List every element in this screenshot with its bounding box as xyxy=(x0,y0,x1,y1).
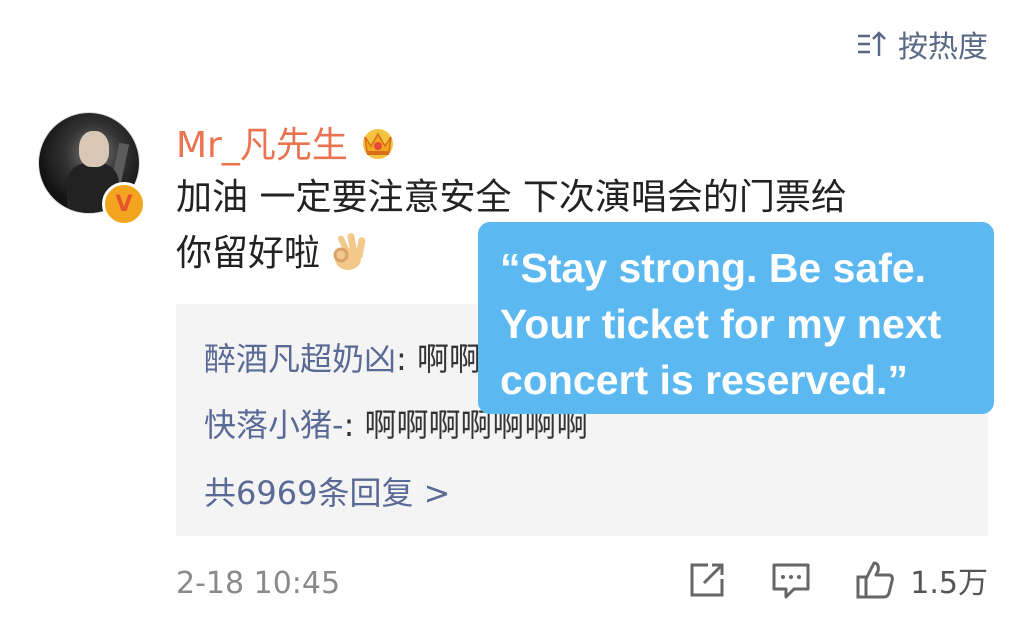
verified-v-icon: V xyxy=(102,182,146,226)
comment-timestamp: 2-18 10:45 xyxy=(176,566,341,601)
crown-icon[interactable] xyxy=(358,124,398,160)
comment-actions: 1.5万 xyxy=(644,558,988,602)
sort-icon xyxy=(858,31,886,56)
ok-hand-icon xyxy=(333,233,366,270)
reply-separator: : xyxy=(343,406,355,444)
share-icon[interactable] xyxy=(686,559,728,601)
reply-author[interactable]: 醉酒凡超奶凶 xyxy=(204,340,396,378)
translation-bubble: “Stay strong. Be safe. Your ticket for m… xyxy=(478,222,994,414)
like-icon[interactable] xyxy=(854,559,896,601)
comment-icon[interactable] xyxy=(770,559,812,601)
comment-text-line1: 加油 一定要注意安全 下次演唱会的门票给 xyxy=(176,177,847,218)
translation-line2: Your ticket for my next xyxy=(500,301,942,347)
sort-label: 按热度 xyxy=(898,30,988,65)
translation-line1: “Stay strong. Be safe. xyxy=(500,245,927,291)
comment-header: Mr_凡先生 xyxy=(176,116,398,168)
sort-by-popularity-button[interactable]: 按热度 xyxy=(856,22,988,66)
comment-text-line2: 你留好啦 xyxy=(176,233,321,274)
reply-separator: : xyxy=(396,340,407,378)
reply-author[interactable]: 快落小猪- xyxy=(204,406,344,444)
view-all-replies-link[interactable]: 共6969条回复 > xyxy=(204,468,450,514)
username[interactable]: Mr_凡先生 xyxy=(176,116,348,168)
translation-line3: concert is reserved.” xyxy=(500,357,908,403)
like-count: 1.5万 xyxy=(910,566,988,601)
